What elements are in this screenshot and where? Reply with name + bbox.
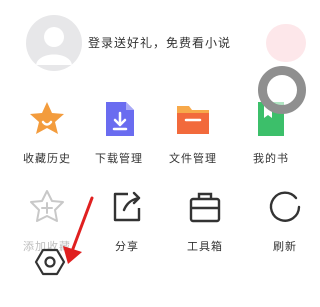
menu-item-label: 工具箱 — [187, 240, 223, 253]
menu-item-label: 文件管理 — [169, 152, 217, 165]
menu-item-label: 我的书 — [253, 152, 289, 165]
menu-item-label: 分享 — [115, 240, 139, 253]
refresh-icon — [269, 191, 301, 222]
download-icon — [106, 102, 134, 136]
folder-icon — [177, 106, 209, 134]
menu-item-label: 刷新 — [273, 240, 297, 253]
promo-button[interactable] — [266, 24, 306, 62]
annotation-arrow-icon — [63, 196, 94, 264]
login-prompt[interactable]: 登录送好礼，免费看小说 — [88, 34, 231, 51]
menu-item-label: 收藏历史 — [23, 152, 71, 165]
toolbox-icon — [189, 192, 221, 223]
star-icon — [30, 102, 64, 134]
share-icon — [113, 191, 141, 222]
user-header: 登录送好礼，免费看小说 — [0, 0, 306, 82]
menu-item-label: 下载管理 — [95, 152, 143, 165]
default-avatar-icon — [36, 27, 72, 65]
avatar[interactable] — [26, 15, 82, 71]
floating-ball[interactable] — [258, 66, 306, 114]
